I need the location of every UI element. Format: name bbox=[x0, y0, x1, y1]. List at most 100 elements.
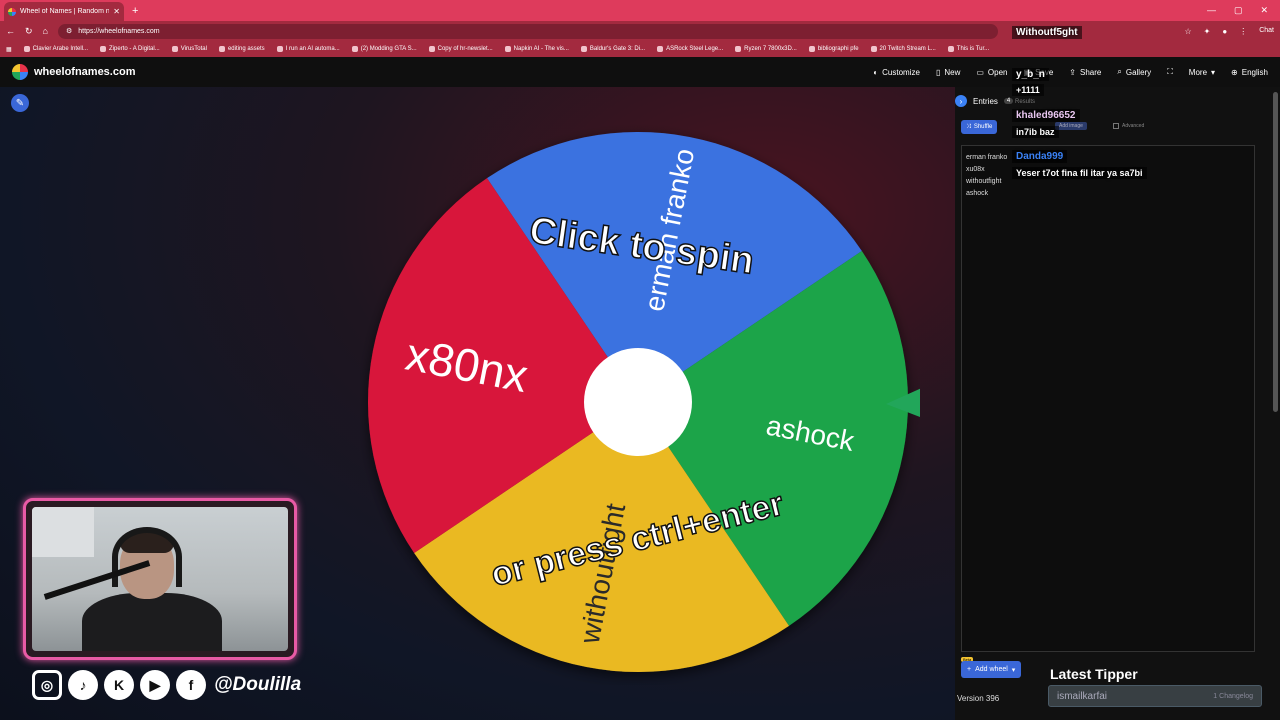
bookmark-item[interactable]: Napkin AI - The vis... bbox=[504, 46, 569, 52]
back-icon[interactable]: ← bbox=[6, 26, 15, 36]
close-window-icon[interactable]: ✕ bbox=[1260, 5, 1268, 16]
bookmark-item[interactable]: VirusTotal bbox=[171, 46, 207, 52]
extensions-icon[interactable]: ✦ bbox=[1204, 27, 1211, 36]
bookmark-star-icon[interactable]: ☆ bbox=[1184, 27, 1191, 36]
bookmark-item[interactable]: (2) Modding GTA S... bbox=[351, 46, 417, 52]
bookmark-favicon-icon bbox=[171, 46, 178, 52]
streamer-body bbox=[82, 593, 222, 651]
new-tab-icon[interactable]: + bbox=[132, 5, 138, 17]
wheel-logo-icon bbox=[12, 64, 28, 80]
tab-title: Wheel of Names | Random name ... bbox=[20, 8, 110, 15]
add-image-button[interactable]: Add image bbox=[1055, 122, 1087, 130]
site-info-icon[interactable]: ⚙ bbox=[66, 27, 72, 35]
spin-wheel[interactable]: erman frankoashockwithoutfightx80nx Clic… bbox=[360, 110, 920, 685]
wheel-favicon-icon bbox=[8, 7, 16, 16]
tiktok-icon: ♪ bbox=[68, 670, 98, 700]
close-tab-icon[interactable]: ✕ bbox=[113, 7, 120, 16]
fullscreen-icon: ⛶ bbox=[1167, 67, 1173, 76]
bookmark-item[interactable]: Copy of hr-newslet... bbox=[428, 46, 493, 52]
fullscreen-button[interactable]: ⛶ bbox=[1167, 67, 1173, 77]
bookmark-item[interactable]: I run an AI automa... bbox=[276, 46, 340, 52]
folder-icon bbox=[808, 46, 815, 52]
bookmark-favicon-icon bbox=[100, 46, 107, 52]
advanced-checkbox[interactable] bbox=[1113, 123, 1119, 129]
latest-tipper-title: Latest Tipper bbox=[1050, 666, 1138, 682]
extension-icons: ☆ ✦ ● ⋮ Chat bbox=[1184, 27, 1274, 36]
apps-icon[interactable]: ▦ bbox=[6, 46, 12, 53]
chat-message: +1111 bbox=[1012, 84, 1044, 96]
more-button[interactable]: More ▾ bbox=[1189, 67, 1215, 77]
bookmark-favicon-icon bbox=[947, 46, 954, 52]
results-tab[interactable]: Results bbox=[1015, 99, 1035, 105]
advanced-toggle[interactable]: Advanced bbox=[1113, 123, 1144, 129]
reload-icon[interactable]: ↻ bbox=[25, 26, 33, 37]
new-button[interactable]: ▯ New bbox=[936, 67, 960, 77]
search-icon: ⌕ bbox=[1117, 67, 1122, 76]
bookmarks-bar: ▦ Clavier Arabe Intell... Ziperto - A Di… bbox=[0, 41, 1280, 57]
url-text: https://wheelofnames.com bbox=[78, 27, 160, 35]
browser-tab[interactable]: Wheel of Names | Random name ... ✕ bbox=[4, 2, 124, 21]
youtube-icon: ▶ bbox=[140, 670, 170, 700]
browser-toolbar: ← ↻ ⌂ ⚙ https://wheelofnames.com ☆ ✦ ● ⋮… bbox=[0, 21, 1280, 41]
site-name[interactable]: wheelofnames.com bbox=[34, 66, 135, 78]
gallery-button[interactable]: ⌕ Gallery bbox=[1117, 67, 1151, 77]
home-icon[interactable]: ⌂ bbox=[43, 26, 48, 36]
headphones-icon bbox=[112, 527, 182, 587]
open-button[interactable]: ▭ Open bbox=[976, 67, 1007, 77]
chat-button[interactable]: Chat bbox=[1259, 27, 1274, 36]
bookmark-item[interactable]: Ryzen 7 7800x3D... bbox=[735, 46, 797, 52]
minimize-icon[interactable]: — bbox=[1207, 5, 1216, 16]
profile-icon[interactable]: ● bbox=[1222, 27, 1227, 36]
chevron-down-icon: ▾ bbox=[1211, 67, 1216, 77]
plus-icon: + bbox=[967, 666, 972, 673]
bookmark-favicon-icon bbox=[276, 46, 283, 52]
maximize-icon[interactable]: ▢ bbox=[1234, 5, 1243, 16]
customize-button[interactable]: ◐ Customize bbox=[873, 67, 920, 77]
instagram-icon: ◎ bbox=[32, 670, 62, 700]
youtube-icon bbox=[870, 46, 877, 52]
bookmark-item[interactable]: Baldur's Gate 3: Di... bbox=[580, 46, 645, 52]
bookmark-item[interactable]: editing assets bbox=[218, 46, 265, 52]
share-button[interactable]: ⇪ Share bbox=[1069, 67, 1101, 77]
folder-icon bbox=[218, 46, 225, 52]
menu-dots-icon[interactable]: ⋮ bbox=[1239, 27, 1247, 36]
latest-tipper-box: ismailkarfai 1 Changelog bbox=[1048, 685, 1262, 707]
kick-icon: K bbox=[104, 670, 134, 700]
chevron-down-icon[interactable]: ▾ bbox=[1012, 666, 1016, 674]
background-shelf bbox=[32, 507, 94, 557]
collapse-panel-icon[interactable]: › bbox=[955, 95, 967, 107]
bookmark-favicon-icon bbox=[735, 46, 742, 52]
site-header: wheelofnames.com ◐Customize ▯New ▭Open ▣… bbox=[0, 57, 1280, 87]
add-wheel-button[interactable]: + Add wheel ▾ bbox=[961, 661, 1022, 678]
folder-icon: ▭ bbox=[976, 67, 984, 77]
entries-textarea[interactable]: erman franko xu08x withoutfight ashock bbox=[961, 145, 1255, 652]
panel-scrollbar[interactable] bbox=[1273, 92, 1278, 412]
chat-message: in7ib baz bbox=[1012, 126, 1059, 138]
social-links: ◎ ♪ K ▶ f @Doulilla bbox=[32, 670, 301, 700]
language-button[interactable]: ⊕ English bbox=[1231, 67, 1268, 77]
globe-icon: ⊕ bbox=[1231, 67, 1238, 77]
bookmark-favicon-icon bbox=[23, 46, 30, 52]
wheel-center-button[interactable] bbox=[584, 348, 692, 456]
bookmark-item[interactable]: 20 Twitch Stream L... bbox=[870, 46, 936, 52]
bookmark-item[interactable]: This is Tur... bbox=[947, 46, 989, 52]
webcam-feed bbox=[32, 507, 288, 651]
webcam-frame bbox=[23, 498, 297, 660]
file-icon: ▯ bbox=[935, 67, 941, 77]
bookmark-item[interactable]: Clavier Arabe Intell... bbox=[23, 46, 88, 52]
bookmark-item[interactable]: Ziperto - A Digital... bbox=[100, 46, 160, 52]
entries-tab[interactable]: › Entries 4 bbox=[955, 95, 1014, 107]
bookmark-favicon-icon bbox=[580, 46, 587, 52]
entries-panel: › Entries 4 Results ⤨ Shuffle Add image … bbox=[955, 87, 1280, 720]
address-field[interactable]: ⚙ https://wheelofnames.com bbox=[57, 23, 998, 39]
shuffle-button[interactable]: ⤨ Shuffle bbox=[961, 120, 998, 134]
edit-pencil-icon[interactable]: ✎ bbox=[11, 94, 29, 112]
entry-line: erman franko bbox=[966, 154, 1008, 161]
chat-message: Yeser t7ot fina fil itar ya sa7bi bbox=[1012, 167, 1147, 179]
bookmark-item[interactable]: bibliographi pfe bbox=[808, 46, 859, 52]
bookmark-favicon-icon bbox=[504, 46, 511, 52]
browser-tabbar: Wheel of Names | Random name ... ✕ + — ▢… bbox=[0, 0, 1280, 21]
youtube-icon bbox=[351, 46, 358, 52]
facebook-icon: f bbox=[176, 670, 206, 700]
bookmark-item[interactable]: ASRock Steel Lege... bbox=[657, 46, 723, 52]
